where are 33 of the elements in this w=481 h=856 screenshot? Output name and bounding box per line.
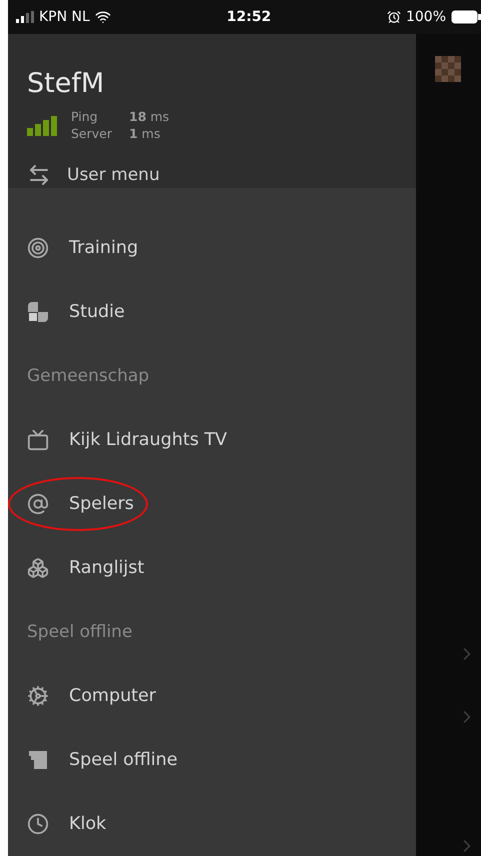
menu-item[interactable]: Speel offline — [69, 750, 178, 770]
menu-item[interactable]: Studie — [69, 302, 125, 322]
section-heading: Gemeenschap — [26, 365, 150, 388]
status-time: 12:52 — [226, 9, 272, 25]
at-icon — [27, 493, 49, 515]
gears-icon — [27, 685, 49, 707]
clock-icon — [27, 813, 49, 835]
server-label: Server — [71, 126, 113, 141]
ping-label: Ping — [71, 109, 99, 124]
battery-percent: 100% — [406, 9, 446, 25]
signal-icon — [16, 11, 34, 23]
alarm-icon — [386, 10, 401, 24]
target-icon — [27, 237, 49, 259]
swap-icon — [27, 163, 51, 187]
user-menu-button[interactable]: User menu — [27, 163, 416, 187]
flag-icon — [27, 749, 49, 771]
section-heading: Speel offline — [26, 621, 134, 644]
username: StefM — [27, 68, 106, 99]
wifi-icon — [94, 9, 111, 25]
menu-item[interactable]: Training — [69, 238, 138, 258]
tv-icon — [27, 429, 49, 451]
signal-strength-icon — [27, 114, 57, 136]
menu-item[interactable]: Ranglijst — [69, 558, 144, 578]
ping-value: 18 ms — [129, 109, 170, 124]
server-value: 1 ms — [129, 126, 162, 141]
carrier: KPN NL — [39, 9, 90, 25]
menu-item[interactable]: Spelers — [69, 494, 134, 514]
board-thumbnail-icon — [435, 56, 461, 82]
menu-item[interactable]: Kijk Lidraughts TV — [69, 430, 228, 450]
battery-icon — [451, 10, 481, 24]
menu-item[interactable]: Klok — [69, 814, 106, 834]
menu-item[interactable]: Computer — [69, 686, 156, 706]
cubes-icon — [27, 557, 49, 579]
